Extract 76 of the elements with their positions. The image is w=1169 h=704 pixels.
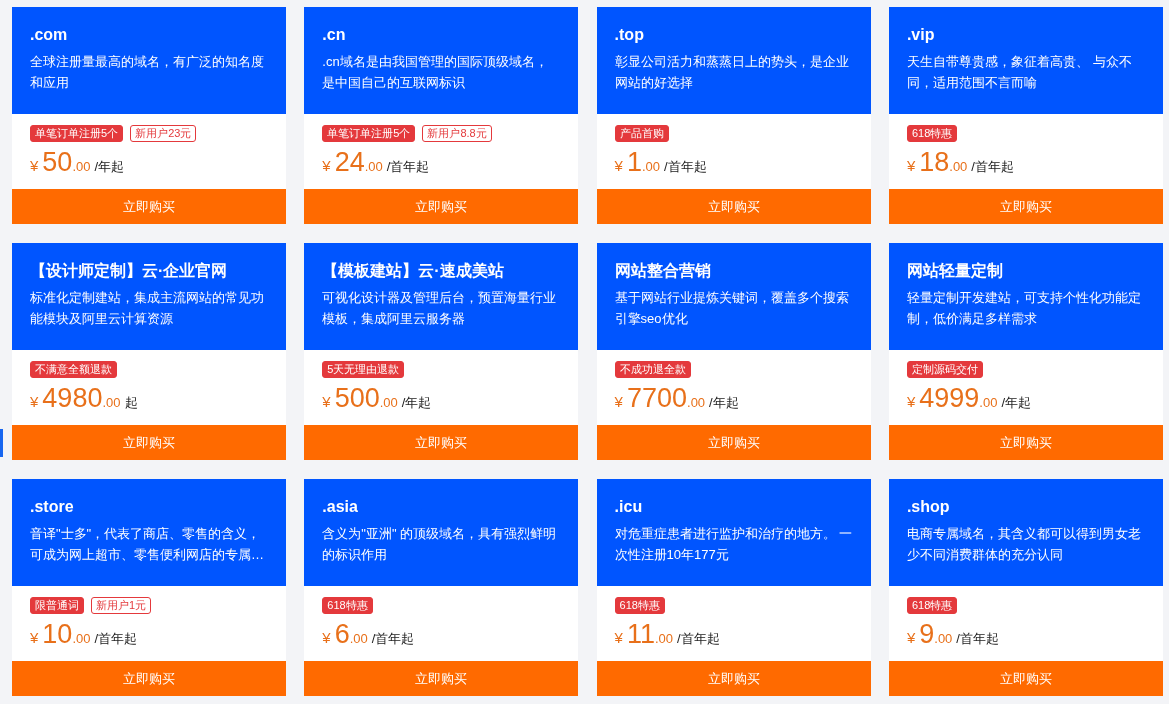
product-title: .shop: [906, 497, 951, 517]
price: ¥1.00: [614, 147, 661, 179]
product-title: 【模板建站】云·速成美站: [322, 261, 505, 281]
promo-tag: 618特惠: [322, 597, 373, 614]
product-title: .vip: [906, 25, 936, 45]
promo-tag: 限普通词: [30, 597, 84, 614]
promo-tag: 新用户1元: [91, 597, 152, 614]
product-description: 含义为"亚洲" 的顶级域名，具有强烈鲜明的标识作用: [322, 525, 558, 564]
price: ¥6.00: [322, 619, 368, 651]
product-title: 网站整合营销: [614, 261, 712, 281]
product-description: 全球注册量最高的域名，有广泛的知名度和应用: [30, 53, 265, 92]
product-title: .store: [30, 497, 75, 517]
price-unit: /首年起: [971, 158, 1014, 176]
product-description: 轻量定制开发建站，可支持个性化功能定制，低价满足多样需求: [906, 289, 1142, 328]
product-title: .icu: [614, 497, 644, 517]
buy-now-button[interactable]: 立即购买: [304, 189, 579, 224]
buy-now-button[interactable]: 立即购买: [304, 425, 579, 460]
product-description: 彰显公司活力和蒸蒸日上的势头，是企业网站的好选择: [614, 53, 850, 92]
promo-tag: 不满意全额退款: [30, 361, 117, 378]
buy-now-button[interactable]: 立即购买: [12, 189, 286, 224]
product-description: .cn域名是由我国管理的国际顶级域名，是中国自己的互联网标识: [322, 53, 549, 92]
product-description: 电商专属域名，其含义都可以得到男女老少不同消费群体的充分认同: [906, 525, 1142, 564]
product-title: .asia: [322, 497, 359, 517]
promo-tag: 单笔订单注册5个: [30, 125, 124, 142]
price: ¥10.00: [30, 619, 91, 651]
promo-tag: 618特惠: [614, 597, 665, 614]
buy-now-button[interactable]: 立即购买: [596, 661, 871, 696]
buy-now-button[interactable]: 立即购买: [12, 425, 286, 460]
price-unit: /年起: [1001, 394, 1031, 412]
product-title: .cn: [322, 25, 347, 45]
price: ¥18.00: [906, 147, 968, 179]
buy-now-button[interactable]: 立即购买: [304, 661, 579, 696]
promo-tag: 新用户23元: [130, 125, 197, 142]
product-title: 【设计师定制】云·企业官网: [30, 261, 229, 281]
buy-now-button[interactable]: 立即购买: [12, 661, 286, 696]
buy-now-button[interactable]: 立即购买: [888, 189, 1163, 224]
price: ¥4999.00: [906, 383, 998, 415]
product-description: 天生自带尊贵感，象征着高贵、 与众不同，适用范围不言而喻: [906, 53, 1133, 92]
price: ¥50.00: [30, 147, 91, 179]
product-description: 标准化定制建站，集成主流网站的常见功能模块及阿里云计算资源: [30, 289, 265, 328]
price-unit: /首年起: [371, 630, 415, 648]
promo-tag: 单笔订单注册5个: [322, 125, 416, 142]
product-title: 网站轻量定制: [906, 261, 1004, 281]
price-unit: /年起: [94, 158, 125, 176]
price: ¥11.00: [614, 619, 674, 651]
promo-tag: 定制源码交付: [906, 361, 983, 378]
price: ¥500.00: [322, 383, 398, 415]
product-title: .top: [614, 25, 645, 45]
buy-now-button[interactable]: 立即购买: [596, 425, 871, 460]
price: ¥7700.00: [614, 383, 706, 415]
promo-tag: 618特惠: [906, 125, 958, 142]
price-unit: /首年起: [94, 630, 138, 648]
price-unit: /年起: [709, 394, 739, 412]
buy-now-button[interactable]: 立即购买: [888, 661, 1163, 696]
promo-tag: 5天无理由退款: [322, 361, 405, 378]
product-title: .com: [30, 25, 69, 45]
side-tab[interactable]: [0, 429, 3, 457]
price-unit: /首年起: [664, 158, 707, 176]
promo-tag: 新用户8.8元: [422, 125, 492, 142]
promo-tag: 618特惠: [906, 597, 958, 614]
price-unit: /首年起: [677, 630, 720, 648]
promo-tag: 产品首购: [614, 125, 669, 142]
price-unit: /年起: [401, 394, 432, 412]
product-description: 对危重症患者进行监护和治疗的地方。 一次性注册10年177元: [614, 525, 853, 564]
price: ¥9.00: [906, 619, 953, 651]
product-description: 可视化设计器及管理后台，预置海量行业模板，集成阿里云服务器: [322, 289, 558, 328]
price-unit: /首年起: [386, 158, 430, 176]
price-unit: 起: [124, 394, 138, 412]
product-description: 音译"士多"，代表了商店、零售的含义，可成为网上超市、零售便利网店的专属…: [30, 525, 265, 564]
buy-now-button[interactable]: 立即购买: [888, 425, 1163, 460]
price: ¥24.00: [322, 147, 383, 179]
product-description: 基于网站行业提炼关键词，覆盖多个搜索引擎seo优化: [614, 289, 850, 328]
buy-now-button[interactable]: 立即购买: [596, 189, 871, 224]
price: ¥4980.00: [30, 383, 121, 415]
promo-tag: 不成功退全款: [614, 361, 691, 378]
price-unit: /首年起: [956, 630, 999, 648]
